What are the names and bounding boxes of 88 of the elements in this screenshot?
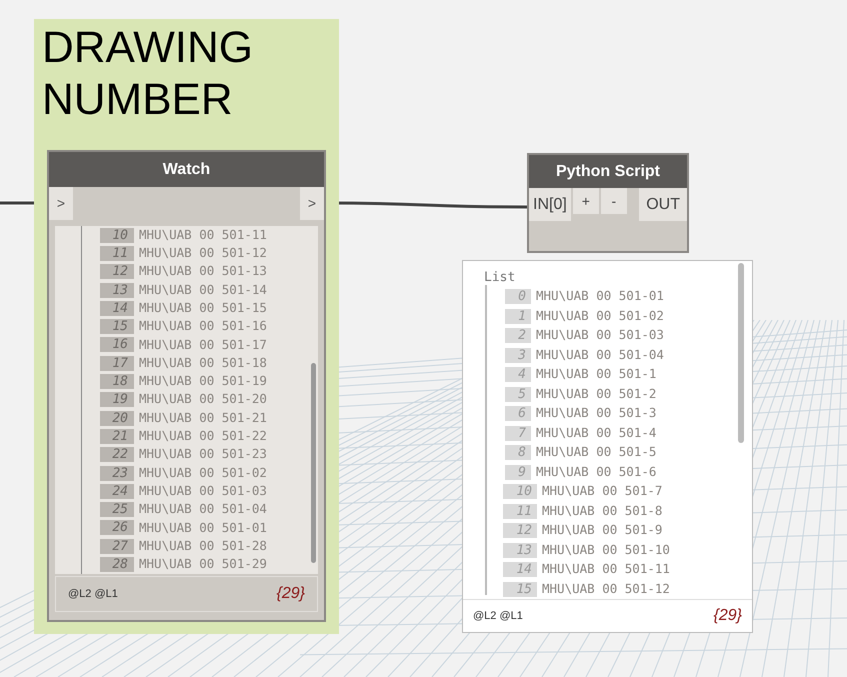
list-item: MHU\UAB 00 501-18 <box>139 354 267 372</box>
index-label: 7 <box>505 426 531 441</box>
index-label: 27 <box>100 538 134 554</box>
list-item: MHU\UAB 00 501-6 <box>536 462 656 481</box>
list-item: MHU\UAB 00 501-11 <box>139 226 267 244</box>
index-label: 10 <box>503 484 537 500</box>
list-item: MHU\UAB 00 501-02 <box>139 464 267 482</box>
index-label: 13 <box>100 282 134 298</box>
index-label: 23 <box>100 466 134 480</box>
index-label: 9 <box>505 464 531 480</box>
index-label: 4 <box>505 367 531 382</box>
add-remove-button[interactable]: - <box>600 188 627 214</box>
index-label: 12 <box>100 264 134 280</box>
list-item: MHU\UAB 00 501-04 <box>139 500 267 518</box>
group-title: DRAWING NUMBER <box>42 22 254 126</box>
index-label: 8 <box>505 445 531 460</box>
list-item: MHU\UAB 00 501-16 <box>139 317 267 336</box>
index-label: 25 <box>100 502 134 518</box>
list-item: MHU\UAB 00 501-04 <box>536 346 664 364</box>
index-label: 24 <box>100 484 134 499</box>
scrollbar-thumb[interactable] <box>311 363 316 563</box>
list-item: MHU\UAB 00 501-1 <box>536 365 656 384</box>
index-label: 28 <box>100 556 134 572</box>
node-title: Python Script <box>529 155 687 188</box>
list-levels: @L2 @L1 <box>68 586 118 602</box>
index-label: 2 <box>505 328 531 344</box>
index-label: 22 <box>100 447 134 462</box>
list-item: MHU\UAB 00 501-01 <box>139 518 267 537</box>
index-label: 19 <box>100 392 134 408</box>
list-item: MHU\UAB 00 501-23 <box>139 445 267 464</box>
list-item: MHU\UAB 00 501-01 <box>536 287 664 306</box>
item-count: {29} <box>714 606 742 626</box>
index-label: 14 <box>100 300 134 316</box>
list-levels: @L2 @L1 <box>473 608 523 624</box>
index-label: 18 <box>100 374 134 390</box>
list-item: MHU\UAB 00 501-29 <box>139 555 267 574</box>
list-item: MHU\UAB 00 501-03 <box>536 326 664 344</box>
list-item: MHU\UAB 00 501-28 <box>139 536 267 555</box>
python-node[interactable]: Python Script IN[0] + - OUT <box>527 153 689 253</box>
list-item: MHU\UAB 00 501-9 <box>542 521 662 540</box>
index-label: 11 <box>503 504 537 519</box>
index-label: 17 <box>100 356 134 371</box>
list-item: MHU\UAB 00 501-02 <box>536 306 664 325</box>
index-label: 20 <box>100 410 134 426</box>
index-label: 13 <box>503 542 537 558</box>
list-item: MHU\UAB 00 501-8 <box>542 502 662 520</box>
index-label: 14 <box>503 562 537 578</box>
list-item: MHU\UAB 00 501-17 <box>139 336 267 354</box>
add-remove-button[interactable]: + <box>572 188 599 214</box>
item-count: {29} <box>276 584 305 604</box>
list-item: MHU\UAB 00 501-5 <box>536 443 656 462</box>
index-label: 16 <box>100 337 134 352</box>
index-label: 3 <box>505 348 531 363</box>
list-item: MHU\UAB 00 501-3 <box>536 404 656 422</box>
node-title: Watch <box>49 152 324 187</box>
output-port[interactable]: OUT <box>639 188 687 221</box>
list-item: MHU\UAB 00 501-7 <box>542 482 662 500</box>
list-item: MHU\UAB 00 501-20 <box>139 390 267 408</box>
index-label: 0 <box>505 289 531 304</box>
input-port[interactable]: IN[0] <box>529 188 571 221</box>
list-header: List <box>484 269 516 287</box>
index-label: 10 <box>100 228 134 243</box>
list-item: MHU\UAB 00 501-21 <box>139 408 267 427</box>
scrollbar-thumb[interactable] <box>738 263 744 443</box>
list-item: MHU\UAB 00 501-12 <box>139 244 267 262</box>
index-label: 12 <box>503 523 537 538</box>
list-item: MHU\UAB 00 501-03 <box>139 482 267 500</box>
output-port[interactable]: > <box>300 187 324 220</box>
list-item: MHU\UAB 00 501-4 <box>536 424 656 442</box>
index-label: 6 <box>505 406 531 422</box>
index-label: 11 <box>100 246 134 261</box>
list-item: MHU\UAB 00 501-12 <box>542 580 670 598</box>
list-item: MHU\UAB 00 501-19 <box>139 372 267 390</box>
index-label: 15 <box>503 582 537 597</box>
watch-node[interactable] <box>47 150 326 622</box>
list-item: MHU\UAB 00 501-10 <box>542 540 670 559</box>
list-item: MHU\UAB 00 501-15 <box>139 298 267 317</box>
list-item: MHU\UAB 00 501-22 <box>139 427 267 446</box>
index-label: 5 <box>505 386 531 402</box>
input-port[interactable]: > <box>49 187 73 220</box>
index-label: 1 <box>505 308 531 324</box>
list-item: MHU\UAB 00 501-13 <box>139 262 267 280</box>
list-item: MHU\UAB 00 501-2 <box>536 384 656 403</box>
list-item: MHU\UAB 00 501-11 <box>542 560 670 578</box>
index-label: 15 <box>100 319 134 334</box>
index-label: 21 <box>100 428 134 444</box>
list-item: MHU\UAB 00 501-14 <box>139 280 267 299</box>
index-label: 26 <box>100 520 134 536</box>
